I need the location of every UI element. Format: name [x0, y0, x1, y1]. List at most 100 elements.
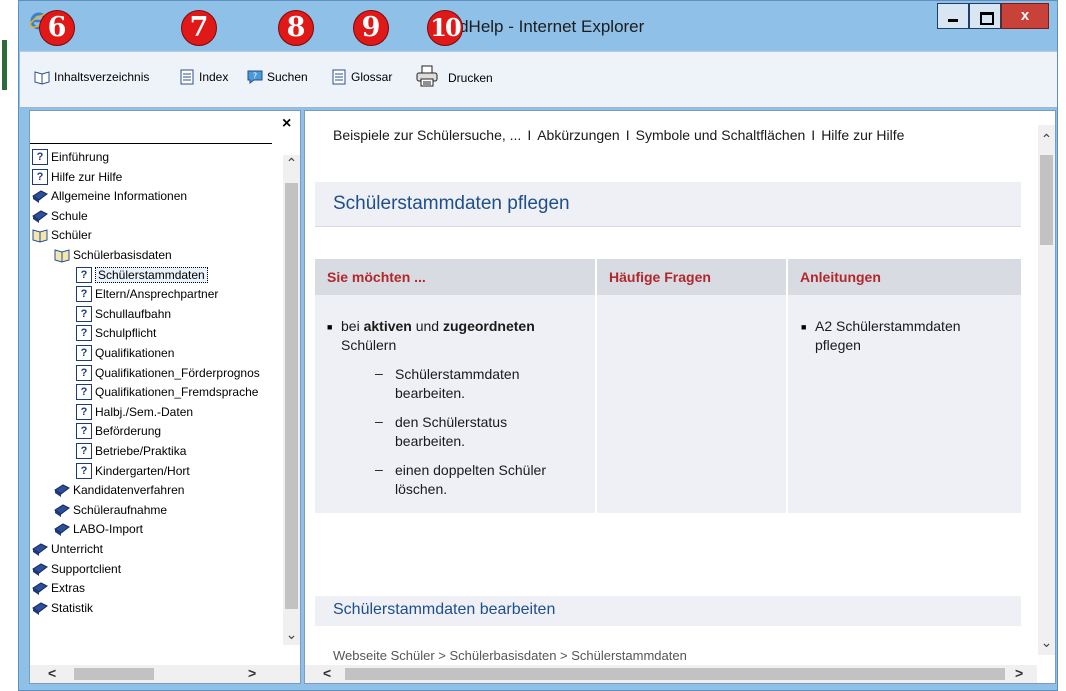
tree-item[interactable]: Unterricht [32, 540, 103, 558]
title-bar[interactable]: LusdHelp - Internet Explorer x [19, 1, 1057, 51]
scroll-up-icon[interactable]: ⌃ [1038, 131, 1055, 148]
desktop-edge [0, 0, 18, 691]
tree-item-label: Extras [51, 581, 86, 596]
tree-item-label: Schülerbasisdaten [73, 248, 172, 262]
tree-item[interactable]: LABO-Import [54, 520, 143, 538]
minimize-button[interactable] [937, 3, 969, 29]
closed-book-icon [32, 210, 48, 223]
tree-item[interactable]: Supportclient [32, 560, 121, 578]
toolbar-print-label: Drucken [448, 71, 493, 85]
tree-item-label: Qualifikationen_Fremdsprache [95, 385, 259, 400]
link-symbole[interactable]: Symbole und Schaltflächen [636, 127, 806, 143]
topic-vertical-scrollbar[interactable]: ⌃ ⌄ [1038, 125, 1055, 655]
toolbar-glossary-label: Glossar [351, 70, 393, 84]
tree-item-label: LABO-Import [73, 522, 144, 537]
tree-item[interactable]: ? Qualifikationen_Fremdsprache [76, 383, 258, 401]
scroll-down-icon[interactable]: ⌄ [283, 626, 300, 643]
dash-icon: – [375, 461, 383, 477]
anleitung-link[interactable]: A2 Schülerstammdaten pflegen [815, 317, 1015, 355]
table-header-anleitungen: Anleitungen [788, 259, 1021, 295]
tree-item[interactable]: Schüler [32, 226, 92, 244]
tree-item-label: Kandidatenverfahren [73, 483, 185, 498]
closed-book-icon [32, 563, 48, 576]
help-page-icon: ? [32, 168, 48, 185]
tree-item[interactable]: Schülerbasisdaten [54, 246, 172, 264]
tree-item[interactable]: Statistik [32, 599, 93, 617]
tree-item[interactable]: ? Schulpflicht [76, 324, 156, 342]
topic-horizontal-scrollbar[interactable]: < > [305, 665, 1037, 683]
heading-band: Schülerstammdaten pflegen [315, 182, 1021, 227]
scroll-right-icon[interactable]: > [1015, 665, 1023, 681]
help-page-icon: ? [76, 345, 92, 361]
toolbar-index-button[interactable]: Index [179, 69, 228, 85]
tree-vertical-scrollbar[interactable]: ⌃ ⌄ [283, 155, 300, 645]
scroll-left-icon[interactable]: < [48, 665, 56, 681]
tree-horizontal-scrollbar[interactable]: < > [30, 665, 300, 683]
tree-item[interactable]: Kandidatenverfahren [54, 481, 184, 499]
tree-item[interactable]: ? Kindergarten/Hort [76, 462, 190, 480]
toolbar-print-button[interactable]: Drucken [416, 65, 493, 87]
closed-book-icon [54, 523, 70, 537]
help-page-icon: ? [76, 443, 92, 459]
tree-item[interactable]: ? Eltern/Ansprechpartner [76, 285, 218, 303]
toolbar-search-button[interactable]: ? Suchen [247, 69, 308, 85]
scroll-down-icon[interactable]: ⌄ [1038, 634, 1055, 651]
tree-item[interactable]: ? Beförderung [76, 422, 161, 440]
toolbar-contents-label: Inhaltsverzeichnis [54, 70, 150, 84]
closed-book-icon [32, 543, 48, 556]
tree-item[interactable]: ? Einführung [32, 148, 109, 166]
tree-item-label: Einführung [51, 150, 110, 164]
tree-item[interactable]: ? Halbj./Sem.-Daten [76, 403, 193, 421]
callout-badge-9: 9 [353, 10, 389, 46]
dash-item-1: Schülerstammdaten bearbeiten. [395, 365, 585, 403]
tree-item[interactable]: ? Qualifikationen [76, 344, 174, 362]
tree-item[interactable]: Schüleraufnahme [54, 501, 167, 519]
link-separator: I [625, 127, 630, 143]
scroll-left-icon[interactable]: < [323, 665, 331, 681]
footer-breadcrumb: Webseite Schüler > Schülerbasisdaten > S… [333, 648, 687, 663]
tree-scroll-thumb[interactable] [285, 183, 298, 609]
tree-item[interactable]: ? Betriebe/Praktika [76, 442, 186, 460]
intro-line2: Schülern [341, 337, 397, 353]
tree-item[interactable]: Schule [32, 207, 88, 225]
dash-item-2: den Schülerstatus bearbeiten. [395, 413, 585, 451]
scroll-right-icon[interactable]: > [248, 665, 256, 681]
topic-hscroll-thumb[interactable] [345, 668, 1005, 680]
sie-moechten-intro: bei aktiven und zugeordneten Schülern [341, 317, 591, 355]
callout-badge-6: 6 [39, 10, 75, 46]
tree-item[interactable]: Allgemeine Informationen [32, 187, 187, 205]
window-title: LusdHelp - Internet Explorer [431, 17, 645, 36]
tree-item-label: Qualifikationen_Förderprognos [95, 365, 260, 380]
tree-item[interactable]: Extras [32, 579, 85, 597]
close-icon: x [1020, 7, 1030, 24]
dash-item-3-line1: einen doppelten Schüler [395, 462, 547, 478]
anleitung-line1[interactable]: A2 Schülerstammdaten [815, 318, 961, 334]
scroll-up-icon[interactable]: ⌃ [283, 155, 300, 172]
link-beispiele[interactable]: Beispiele zur Schülersuche, ... [333, 127, 521, 143]
link-hilfe-zur-hilfe[interactable]: Hilfe zur Hilfe [821, 127, 904, 143]
tree-item[interactable]: ? Schullaufbahn [76, 305, 171, 323]
help-toolbar: Inhaltsverzeichnis Index ? Suchen Glossa… [20, 51, 1057, 108]
dash-item-2-line2: bearbeiten. [395, 433, 466, 449]
maximize-button[interactable] [969, 3, 1001, 29]
tree-item-label: Beförderung [95, 424, 162, 439]
anleitung-line2[interactable]: pflegen [815, 337, 861, 353]
related-links: Beispiele zur Schülersuche, ... I Abkürzun… [333, 127, 904, 143]
closed-book-icon [54, 504, 70, 517]
help-page-icon: ? [76, 325, 92, 342]
topic-scroll-thumb[interactable] [1040, 155, 1053, 245]
toolbar-glossary-button[interactable]: Glossar [331, 69, 392, 85]
close-pane-icon[interactable]: × [282, 115, 291, 133]
subheading-band: Schülerstammdaten bearbeiten [315, 596, 1021, 626]
toolbar-contents-button[interactable]: Inhaltsverzeichnis [34, 69, 149, 85]
tree-item[interactable]: ? Hilfe zur Hilfe [32, 168, 122, 186]
bullet-icon: ■ [801, 322, 807, 332]
tree-item-label: Schüleraufnahme [73, 502, 168, 517]
tree-item[interactable]: ? Qualifikationen_Förderprognos [76, 364, 260, 382]
tree-item[interactable]: ? Schülerstammdaten [76, 266, 208, 284]
link-abkuerzungen[interactable]: Abkürzungen [537, 127, 620, 143]
dash-icon: – [375, 365, 383, 381]
close-button[interactable]: x [1001, 3, 1049, 29]
intro-mid: und [411, 318, 443, 334]
tree-hscroll-thumb[interactable] [74, 668, 154, 680]
